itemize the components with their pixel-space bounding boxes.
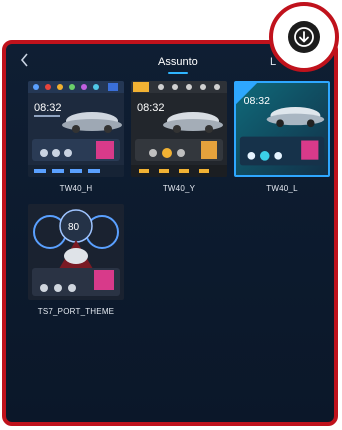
download-button[interactable] [269, 2, 339, 72]
clock-text: 08:32 [244, 95, 270, 107]
speed-text: 80 [68, 222, 80, 233]
theme-name: TW40_H [59, 184, 93, 193]
active-tab-indicator [168, 72, 188, 74]
theme-thumbnail[interactable]: 08:32 [131, 81, 227, 177]
theme-name: TW40_Y [162, 184, 196, 193]
theme-card-tw40-y[interactable]: 08:32 TW40_Y [129, 81, 229, 194]
theme-card-tw40-l[interactable]: 08:32 TW40_L [232, 81, 332, 194]
clock-text: 08:32 [137, 102, 165, 114]
tab-assunto[interactable]: Assunto [158, 53, 198, 71]
theme-thumbnail[interactable]: 08:32 [28, 81, 124, 177]
theme-name: TW40_L [266, 184, 298, 193]
theme-name: TS7_PORT_THEME [37, 307, 115, 316]
theme-thumbnail-selected[interactable]: 08:32 [234, 81, 330, 177]
theme-card-tw40-h[interactable]: 08:32 TW40_H [26, 81, 126, 194]
clock-text: 08:32 [34, 102, 62, 114]
theme-panel: Assunto L 08:32 TW40_H 08:32 TW40_Y 08:3… [2, 40, 338, 426]
download-circle-icon [288, 21, 320, 53]
theme-card-ts7-port[interactable]: 80 TS7_PORT_THEME [26, 204, 126, 317]
theme-thumbnail[interactable]: 80 [28, 204, 124, 300]
